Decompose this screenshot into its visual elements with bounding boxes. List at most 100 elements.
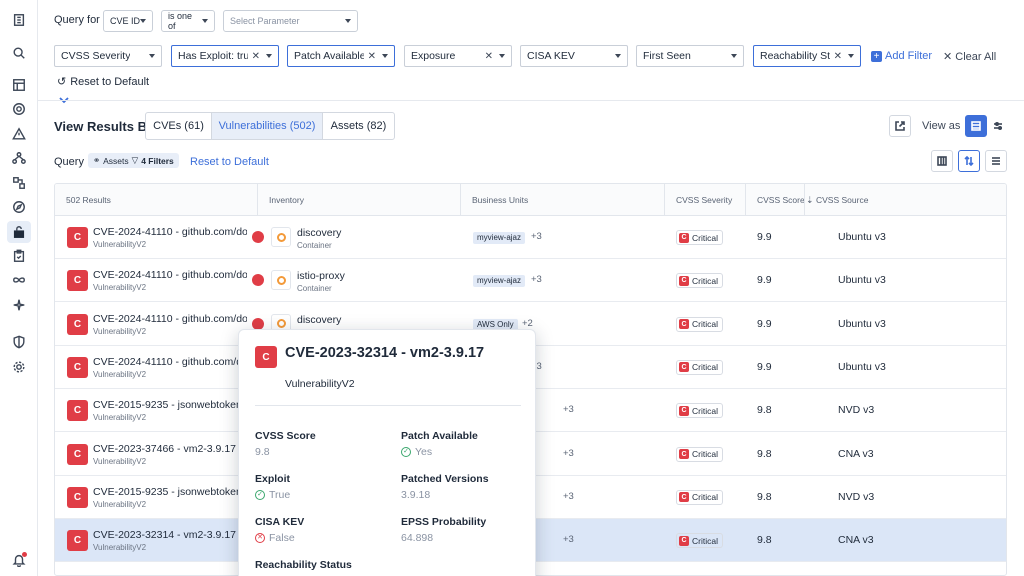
severity-text: Critical — [692, 362, 718, 373]
filter-cisa-kev[interactable]: CISA KEV — [520, 45, 628, 67]
export-button[interactable] — [889, 115, 911, 137]
cvss-source: Ubuntu v3 — [838, 360, 886, 373]
cvss-source: Ubuntu v3 — [838, 231, 886, 243]
sort-desc-icon[interactable]: ⇣ — [806, 195, 814, 206]
cvss-score-text: 9.8 — [255, 446, 270, 458]
cisa-kev-value: ✕ False — [255, 532, 295, 544]
chevron-down-icon — [382, 54, 388, 58]
columns-button[interactable] — [931, 150, 953, 172]
cve-title[interactable]: CVE-2015-9235 - jsonwebtoken — [93, 399, 247, 411]
business-unit-more[interactable]: +3 — [563, 404, 574, 415]
column-cvss-severity[interactable]: CVSS Severity — [665, 184, 746, 216]
cve-type: VulnerabilityV2 — [93, 543, 147, 553]
query-reset-to-default-link[interactable]: Reset to Default — [190, 156, 269, 168]
view-graph-button[interactable] — [987, 115, 1009, 137]
view-as-label: View as — [922, 120, 961, 132]
cve-title[interactable]: CVE-2024-41110 - github.com/docker/docke… — [93, 313, 247, 325]
shield-icon[interactable] — [11, 334, 27, 350]
tab-vulnerabilities[interactable]: Vulnerabilities (502) — [211, 112, 323, 140]
filter-patch-available[interactable]: Patch Available ✕ — [287, 45, 395, 67]
cve-title[interactable]: CVE-2023-37466 - vm2-3.9.17 — [93, 443, 247, 455]
close-icon[interactable]: ✕ — [481, 51, 499, 62]
column-cvss-score[interactable]: CVSS Score — [746, 184, 805, 216]
tab-cves[interactable]: CVEs (61) — [145, 112, 212, 140]
reset-to-default-button[interactable]: ↺ Reset to Default — [57, 75, 149, 89]
business-unit-more[interactable]: +3 — [563, 448, 574, 459]
query-operator-select[interactable]: is one of — [161, 10, 215, 32]
chevron-down-icon — [731, 54, 737, 58]
query-assets-pill[interactable]: ⚭ Assets ▽ 4 Filters — [88, 153, 179, 168]
cve-type: VulnerabilityV2 — [93, 326, 147, 336]
infinity-icon[interactable] — [11, 272, 27, 288]
business-unit-more[interactable]: +3 — [563, 491, 574, 502]
cvss-score: 9.9 — [757, 274, 772, 287]
cve-title[interactable]: CVE-2024-41110 - github.com/docker/docke… — [93, 269, 247, 281]
cve-title[interactable]: CVE-2024-41110 - github.com/docker/docke… — [93, 226, 247, 238]
add-filter-button[interactable]: + Add Filter — [871, 50, 932, 62]
query-field-value: CVE ID — [110, 16, 141, 26]
notification-bell-icon[interactable] — [12, 552, 27, 568]
view-list-button[interactable] — [965, 115, 987, 137]
critical-icon: C — [679, 449, 689, 459]
close-icon[interactable]: ✕ — [248, 51, 266, 62]
layout-icon[interactable] — [11, 77, 27, 93]
vulnerability-alert-icon — [252, 231, 264, 243]
severity-text: Critical — [692, 319, 718, 330]
column-business-units[interactable]: Business Units — [461, 184, 665, 216]
column-inventory[interactable]: Inventory — [258, 184, 461, 216]
inventory-name[interactable]: discovery — [297, 314, 341, 326]
table-row[interactable]: C CVE-2024-41110 - github.com/docker/dock… — [55, 216, 1006, 259]
assets-icon: ⚭ — [93, 155, 101, 165]
severity-text: Critical — [692, 405, 718, 416]
filter-first-seen[interactable]: First Seen — [636, 45, 744, 67]
network-icon[interactable] — [11, 150, 27, 166]
business-unit-more[interactable]: +3 — [531, 231, 542, 242]
query-parameter-select[interactable]: Select Parameter — [223, 10, 358, 32]
business-unit-more[interactable]: +2 — [522, 318, 533, 329]
clear-all-button[interactable]: ✕ Clear All — [943, 50, 996, 63]
inventory-name[interactable]: istio-proxy — [297, 270, 345, 282]
search-icon[interactable] — [11, 45, 27, 61]
cvss-score: 9.9 — [757, 317, 772, 330]
unlock-icon[interactable] — [11, 224, 27, 240]
column-cvss-source[interactable]: CVSS Source — [805, 184, 1006, 216]
severity-badge: C Critical — [676, 403, 723, 419]
exploit-value: ✓ True — [255, 489, 290, 501]
tab-assets[interactable]: Assets (82) — [322, 112, 395, 140]
cve-title[interactable]: CVE-2024-41110 - github.com/docker/docke… — [93, 356, 247, 368]
inventory-type: Container — [297, 284, 332, 294]
severity-badge: C Critical — [676, 533, 723, 549]
filter-has-exploit[interactable]: Has Exploit: true ✕ — [171, 45, 279, 67]
filter-reachability-status[interactable]: Reachability Status✕ — [753, 45, 861, 67]
severity-text: Critical — [692, 492, 718, 503]
warning-icon[interactable] — [11, 126, 27, 142]
cve-type: VulnerabilityV2 — [93, 369, 147, 379]
filter-exposure[interactable]: Exposure ✕ — [404, 45, 512, 67]
cve-title[interactable]: CVE-2023-32314 - vm2-3.9.17 — [93, 529, 247, 541]
filter-cvss-severity[interactable]: CVSS Severity — [54, 45, 162, 67]
business-unit-more[interactable]: +3 — [531, 274, 542, 285]
critical-badge: C — [67, 443, 88, 465]
column-results[interactable]: 502 Results — [55, 184, 258, 216]
clipboard-icon[interactable] — [11, 248, 27, 264]
query-field-select[interactable]: CVE ID — [103, 10, 153, 32]
sort-button[interactable] — [958, 150, 980, 172]
gear-icon[interactable] — [11, 359, 27, 375]
cvss-source: Ubuntu v3 — [838, 274, 886, 287]
building-icon[interactable] — [11, 12, 27, 28]
cve-title[interactable]: CVE-2015-9235 - jsonwebtoken — [93, 486, 247, 498]
target-icon[interactable] — [11, 101, 27, 117]
inventory-name[interactable]: discovery — [297, 227, 341, 239]
cisa-kev-label: CISA KEV — [255, 516, 305, 528]
sparkle-icon[interactable] — [11, 297, 27, 313]
close-icon[interactable]: ✕ — [830, 51, 848, 62]
business-unit-more[interactable]: +3 — [563, 534, 574, 545]
workflow-icon[interactable] — [11, 175, 27, 191]
close-icon: ✕ — [943, 51, 956, 63]
table-row[interactable]: C CVE-2024-41110 - github.com/docker/dock… — [55, 259, 1006, 303]
compass-icon[interactable] — [11, 199, 27, 215]
density-button[interactable] — [985, 150, 1007, 172]
severity-badge: C Critical — [676, 230, 723, 245]
close-icon[interactable]: ✕ — [364, 51, 382, 62]
chevron-down-icon — [848, 54, 854, 58]
